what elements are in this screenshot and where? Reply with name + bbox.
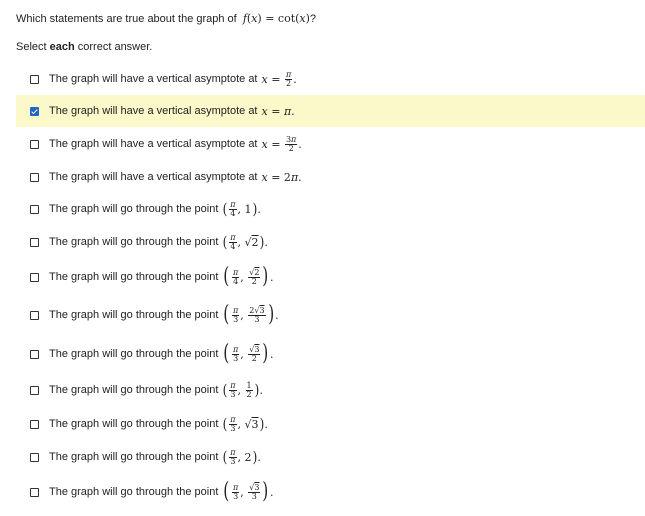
checkbox[interactable] [30,237,39,247]
checkbox[interactable] [30,310,39,320]
answer-option-8[interactable]: The graph will go through the point (π 3,… [16,300,645,330]
checkbox[interactable] [30,74,39,84]
answer-option-4[interactable]: The graph will have a vertical asymptote… [16,166,645,188]
answer-option-1[interactable]: The graph will have a vertical asymptote… [16,68,645,90]
checkbox[interactable] [30,385,39,395]
option-math: (π 3, √3 2). [223,341,274,366]
checkbox[interactable] [30,172,39,182]
checkbox[interactable] [30,272,39,282]
option-math: (π 3, 1 2). [222,380,263,399]
answer-option-6[interactable]: The graph will go through the point (π 4,… [16,230,645,254]
checkbox[interactable] [30,452,39,462]
checkbox[interactable] [30,487,39,497]
question-suffix: ? [309,13,317,25]
option-math: (π 4, √2 2). [223,264,274,289]
option-math: x = π. [261,104,295,118]
answer-option-7[interactable]: The graph will go through the point (π 4,… [16,262,645,292]
answer-option-10[interactable]: The graph will go through the point (π 3,… [16,378,645,402]
checkbox[interactable] [30,349,39,359]
answer-option-2[interactable]: The graph will have a vertical asymptote… [16,95,645,127]
instruction: Select each correct answer. [16,41,153,53]
question-stem: Which statements are true about the grap… [16,12,317,25]
checkbox-checked[interactable] [30,106,39,116]
option-math: (π 3, 2). [222,447,261,466]
option-math: x = 3π 2. [261,134,302,153]
answer-option-9[interactable]: The graph will go through the point (π 3,… [16,339,645,369]
question-prefix: Which statements are true about the grap… [16,13,237,25]
answer-option-12[interactable]: The graph will go through the point (π 3,… [16,445,645,469]
checkbox[interactable] [30,419,39,429]
answer-option-11[interactable]: The graph will go through the point (π 3,… [16,412,645,436]
option-math: (π 4, √ 2). [222,232,268,251]
answer-option-5[interactable]: The graph will go through the point (π 4,… [16,197,645,221]
option-math: x = 2π. [261,170,302,184]
option-math: x = π2. [261,69,297,88]
answer-option-3[interactable]: The graph will have a vertical asymptote… [16,133,645,155]
option-math: (π 4, 1). [222,199,261,218]
option-math: (π 3, 2√3 3). [223,302,279,327]
checkbox[interactable] [30,139,39,149]
option-math: (π 3, √3 3). [223,479,274,504]
checkbox[interactable] [30,204,39,214]
option-math: (π 3, √ 3). [222,414,268,433]
answer-option-13[interactable]: The graph will go through the point (π 3,… [16,477,645,507]
